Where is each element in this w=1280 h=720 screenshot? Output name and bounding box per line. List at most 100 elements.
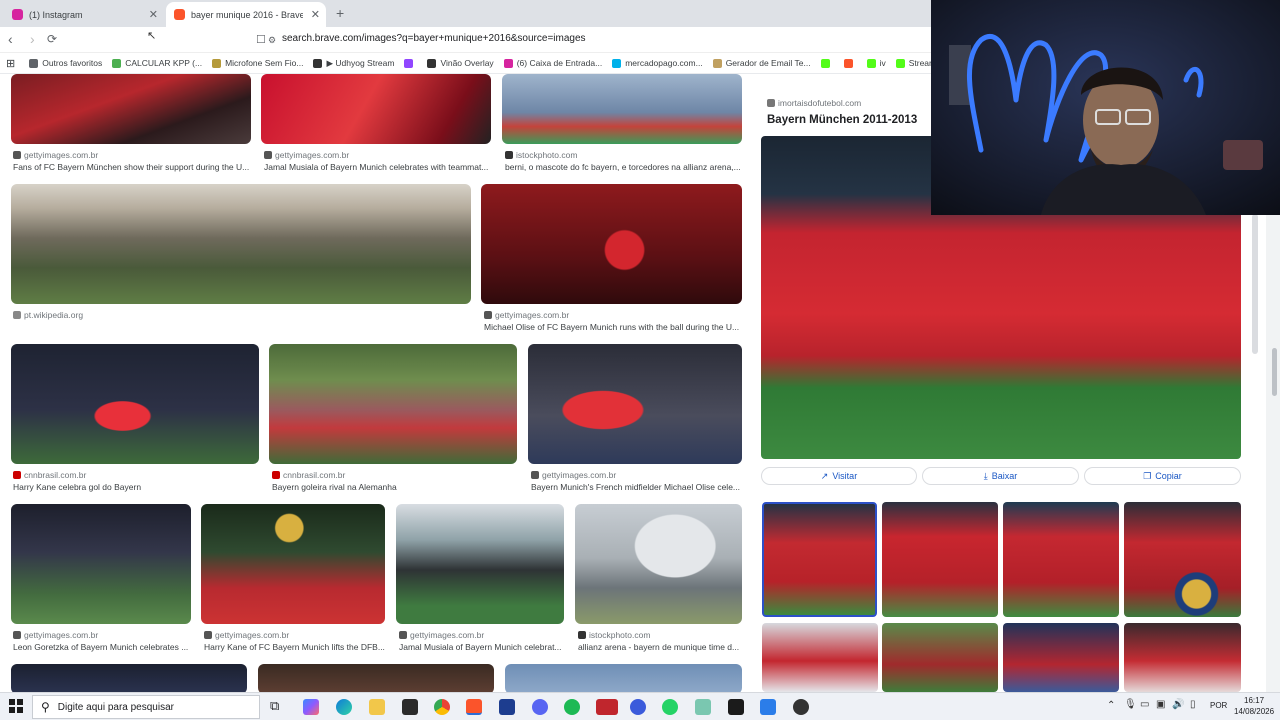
app-icon[interactable] [760,699,776,715]
result-source[interactable]: gettyimages.com.br [13,630,98,640]
preview-source[interactable]: imortaisdofutebol.com [767,98,861,108]
site-settings-icon[interactable]: ⚙ [268,35,276,46]
result-source[interactable]: gettyimages.com.br [13,150,98,160]
bookmark-item[interactable]: ▶ Udhyog Stream [313,58,394,69]
bookmark-item[interactable]: Gerador de Email Te... [712,58,811,68]
result-caption[interactable]: Harry Kane of FC Bayern Munich lifts the… [204,642,386,652]
bookmark-item[interactable]: Vinão Overlay [427,58,494,68]
result-caption[interactable]: Harry Kane celebra gol do Bayern [13,482,259,492]
result-caption[interactable]: Fans of FC Bayern München show their sup… [13,162,251,172]
result-source[interactable]: gettyimages.com.br [484,310,569,320]
result-image[interactable] [481,184,742,304]
language-indicator[interactable]: POR [1210,701,1227,710]
result-source[interactable]: cnnbrasil.com.br [13,470,86,480]
download-button[interactable]: ⤓ Baixar [922,467,1079,485]
result-source[interactable]: pt.wikipedia.org [13,310,83,320]
volume-icon[interactable]: 🔊 [1172,699,1184,710]
capcut-icon[interactable] [728,699,744,715]
file-explorer-icon[interactable] [369,699,385,715]
result-source[interactable]: gettyimages.com.br [531,470,616,480]
bookmark-item[interactable]: mercadopago.com... [612,58,703,68]
back-button[interactable]: ‹ [8,31,13,47]
discord-icon[interactable] [532,699,548,715]
tab-brave-search[interactable]: bayer munique 2016 - Brave Sea ✕ [166,2,326,27]
new-tab-button[interactable]: + [336,5,344,21]
brave-icon[interactable] [466,699,482,715]
bookmark-item[interactable] [820,58,834,68]
result-image[interactable] [11,504,191,624]
result-image[interactable] [528,344,742,464]
store-icon[interactable] [402,699,418,715]
result-source[interactable]: gettyimages.com.br [204,630,289,640]
bookmark-item[interactable] [404,58,417,68]
related-thumb[interactable] [882,623,998,692]
result-image[interactable] [11,74,251,144]
network-icon[interactable]: ▭ [1140,699,1149,710]
taskbar-search[interactable]: ⚲ Digite aqui para pesquisar [32,695,260,719]
result-caption[interactable]: Bayern Munich's French midfielder Michae… [531,482,742,492]
page-scrollbar-thumb[interactable] [1272,348,1277,396]
result-caption[interactable]: Jamal Musiala of Bayern Munich celebrate… [264,162,492,172]
close-tab-icon[interactable]: ✕ [311,8,320,21]
result-caption[interactable]: Bayern goleira rival na Alemanha [272,482,518,492]
result-image[interactable] [269,344,517,464]
app-icon[interactable] [630,699,646,715]
windows-start-icon[interactable] [9,699,23,713]
result-caption[interactable]: Leon Goretzka of Bayern Munich celebrate… [13,642,191,652]
result-image[interactable] [261,74,491,144]
forward-button[interactable]: › [30,31,35,47]
bookmark-page-icon[interactable]: ☐ [256,33,266,46]
address-bar[interactable]: search.brave.com/images?q=bayer+munique+… [282,33,586,44]
result-caption[interactable]: berni, o mascote do fc bayern, e torcedo… [505,162,742,172]
app-v-icon[interactable] [499,699,515,715]
apps-icon[interactable]: ⊞ [6,57,15,70]
result-source[interactable]: istockphoto.com [505,150,577,160]
related-thumb[interactable] [762,502,877,617]
video-app-icon[interactable] [596,699,618,715]
microphone-icon[interactable]: 🎙 [1124,699,1137,710]
result-image[interactable] [201,504,385,624]
related-thumb[interactable] [882,502,998,617]
bookmark-item[interactable] [843,58,857,68]
bookmark-item[interactable]: (6) Caixa de Entrada... [503,58,602,68]
result-image[interactable] [505,664,742,692]
result-caption[interactable]: Michael Olise of FC Bayern Munich runs w… [484,322,742,332]
result-image[interactable] [575,504,742,624]
result-caption[interactable]: allianz arena - bayern de munique time d… [578,642,742,652]
bookmark-item[interactable]: Outros favoritos [29,58,102,68]
result-image[interactable] [11,664,247,692]
bookmark-item[interactable]: iv [866,58,886,68]
battery-icon[interactable]: ▯ [1190,699,1196,710]
result-source[interactable]: cnnbrasil.com.br [272,470,345,480]
related-thumb[interactable] [1124,502,1241,617]
result-image[interactable] [11,184,471,304]
related-thumb[interactable] [1124,623,1241,692]
result-image[interactable] [396,504,564,624]
result-image[interactable] [11,344,259,464]
result-image[interactable] [258,664,494,692]
display-icon[interactable]: ▣ [1156,699,1165,710]
result-source[interactable]: istockphoto.com [578,630,650,640]
whatsapp-icon[interactable] [662,699,678,715]
close-tab-icon[interactable]: ✕ [149,8,158,21]
copilot-icon[interactable] [303,699,319,715]
tab-instagram[interactable]: (1) Instagram ✕ [4,2,164,27]
related-thumb[interactable] [762,623,878,692]
spotify-icon[interactable] [564,699,580,715]
taskbar-clock[interactable]: 16:17 14/08/2026 [1234,695,1274,717]
edge-icon[interactable] [336,699,352,715]
bookmark-item[interactable]: Microfone Sem Fio... [212,58,303,68]
related-thumb[interactable] [1003,623,1119,692]
related-thumb[interactable] [1003,502,1119,617]
notepad-icon[interactable] [695,699,711,715]
chevron-up-icon[interactable]: ⌃ [1107,700,1115,711]
reload-button[interactable]: ⟳ [47,32,57,46]
panel-scrollbar-thumb[interactable] [1252,214,1258,354]
result-caption[interactable]: Jamal Musiala of Bayern Munich celebrat.… [399,642,565,652]
copy-button[interactable]: ❐ Copiar [1084,467,1241,485]
obs-icon[interactable] [793,699,809,715]
result-source[interactable]: gettyimages.com.br [399,630,484,640]
chrome-icon[interactable] [434,699,450,715]
result-image[interactable] [502,74,742,144]
task-view-icon[interactable]: ⧉ [270,698,286,714]
